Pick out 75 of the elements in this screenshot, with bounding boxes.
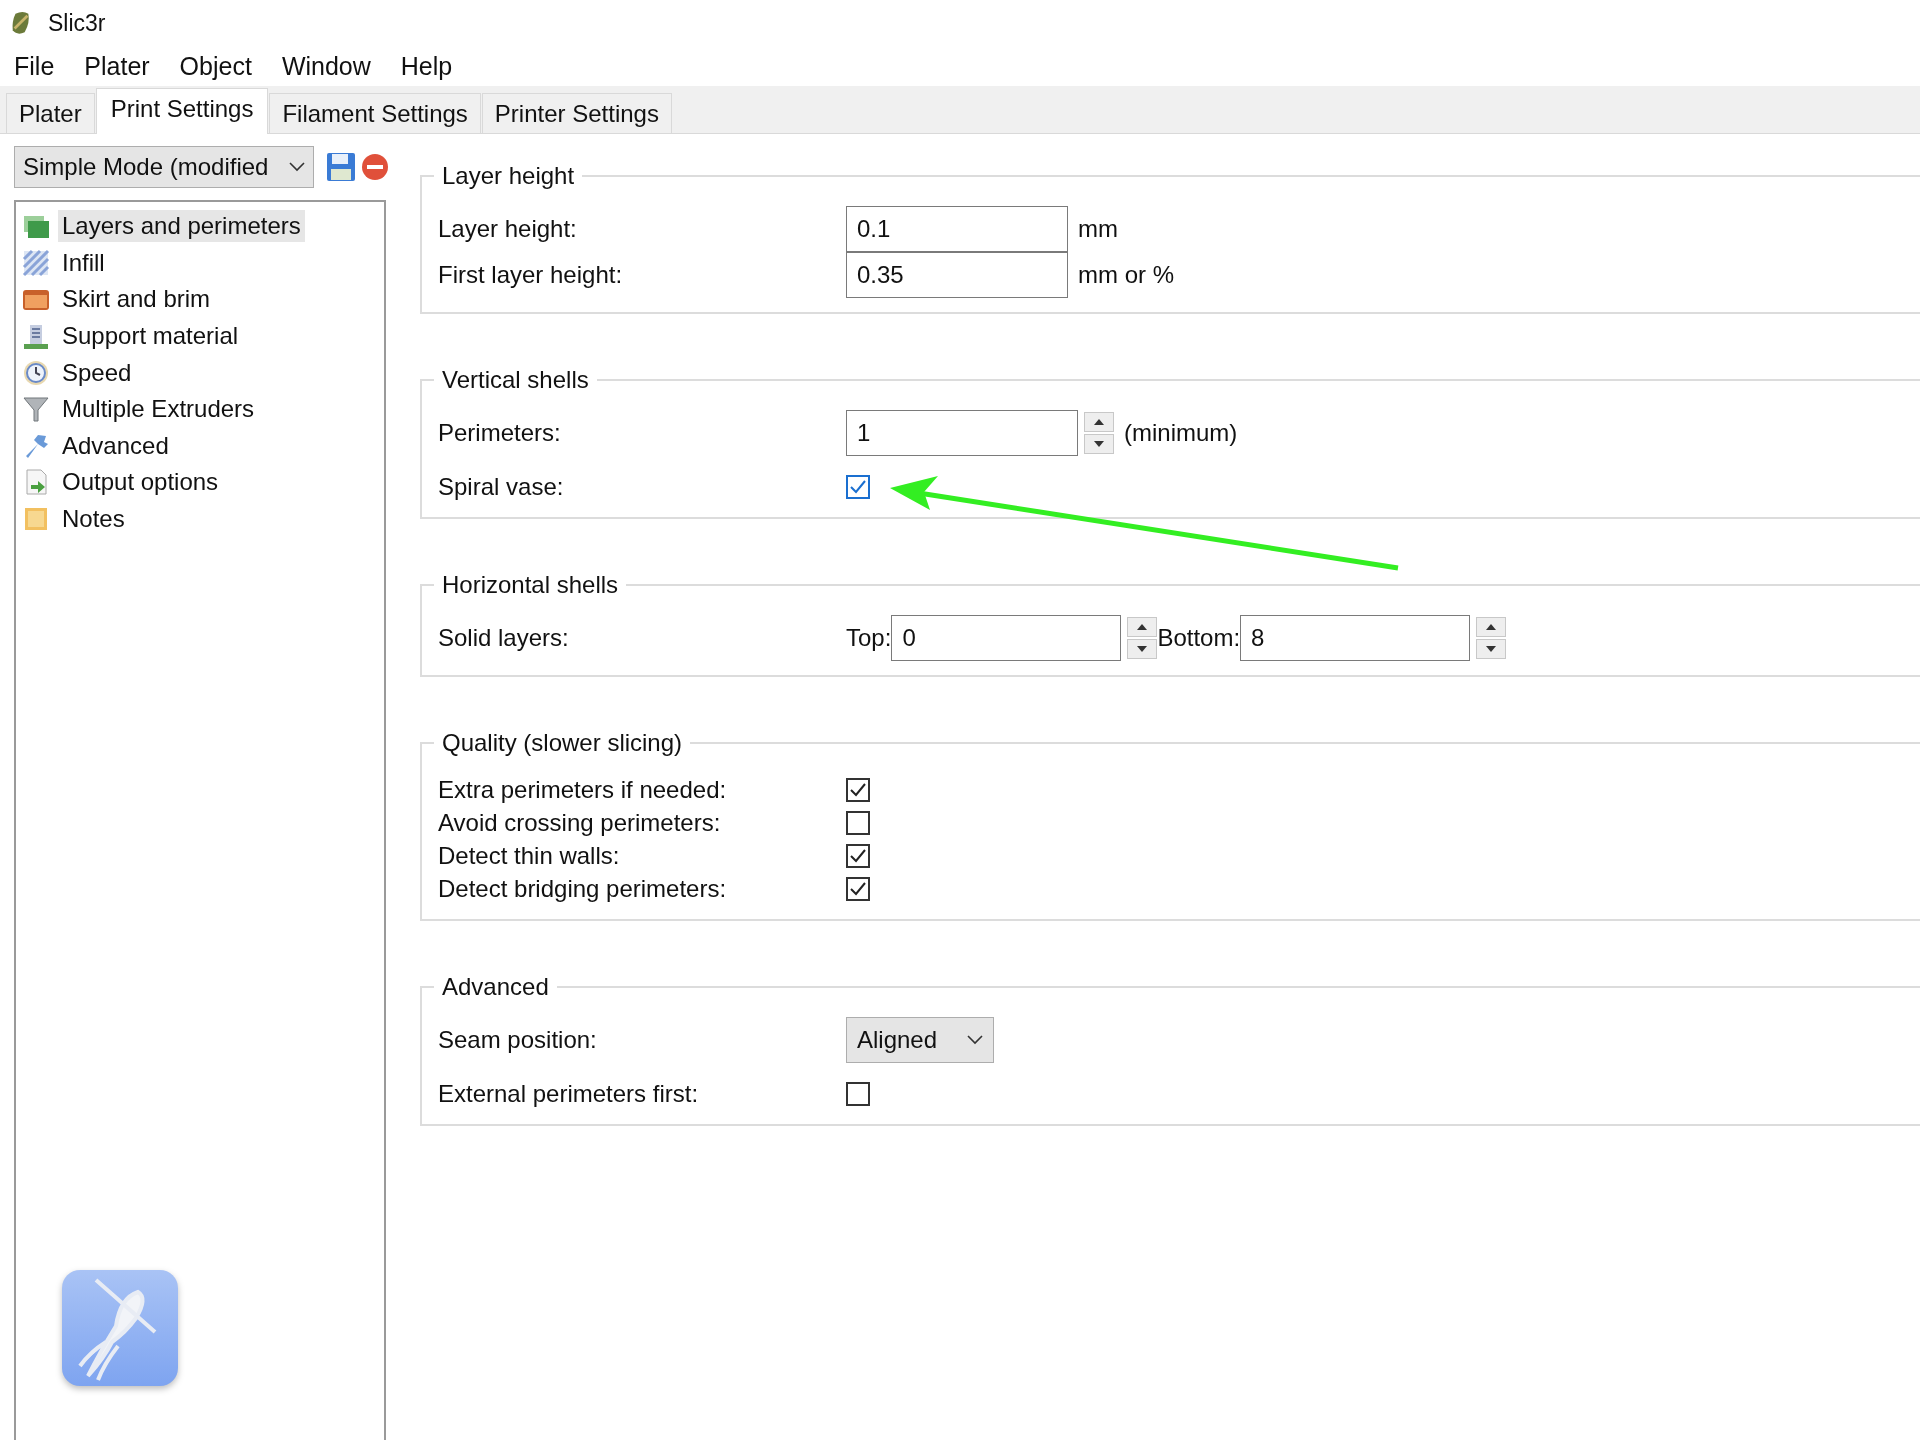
unit-label: (minimum) — [1124, 419, 1238, 447]
checkbox[interactable] — [846, 876, 870, 901]
down-icon — [1486, 646, 1497, 652]
field-label: Avoid crossing perimeters: — [438, 808, 722, 837]
up-icon — [1094, 419, 1104, 425]
field-label: External perimeters first: — [438, 1079, 700, 1108]
field-label: Detect bridging perimeters: — [438, 874, 728, 903]
field-label: Spiral vase: — [438, 472, 565, 501]
group-title: Quality (slower slicing) — [441, 729, 684, 757]
caret-icon — [967, 1035, 983, 1045]
input-field[interactable]: 8 — [1240, 615, 1471, 661]
seam-dropdown[interactable]: Aligned — [846, 1017, 994, 1063]
down-icon — [1094, 441, 1104, 447]
group-title: Horizontal shells — [441, 571, 620, 599]
tab[interactable]: Filament Settings — [269, 93, 481, 133]
field-label: Layer height: — [438, 215, 578, 243]
checkbox[interactable] — [846, 777, 870, 802]
top-label: Top: — [846, 624, 892, 652]
checkbox[interactable] — [846, 1081, 870, 1106]
sidebar-item[interactable]: Multiple Extruders — [58, 393, 259, 426]
field-label: Solid layers: — [438, 624, 570, 652]
menu-item[interactable]: Plater — [84, 51, 150, 81]
spin-up-button[interactable] — [1127, 617, 1158, 637]
sidebar-item[interactable]: Support material — [58, 320, 243, 353]
up-icon — [1486, 624, 1497, 630]
sidebar-item[interactable]: Skirt and brim — [58, 283, 215, 316]
input-field[interactable]: 1 — [846, 410, 1078, 456]
building-icon — [22, 322, 50, 351]
clock-icon — [22, 358, 50, 387]
preset-dropdown[interactable]: Simple Mode (modified — [14, 146, 314, 188]
field-label: Seam position: — [438, 1026, 598, 1054]
checkbox[interactable] — [846, 843, 870, 868]
sidebar-item[interactable]: Notes — [58, 503, 129, 536]
bottom-label: Bottom: — [1157, 624, 1241, 652]
spin-down-button[interactable] — [1127, 639, 1158, 659]
spin-down-button[interactable] — [1476, 639, 1507, 659]
sidebar-item[interactable]: Infill — [58, 246, 109, 279]
rocket-logo-icon — [60, 1268, 180, 1388]
field-label: Extra perimeters if needed: — [438, 775, 728, 804]
app-logo-icon — [10, 9, 32, 37]
input-field[interactable]: 0.35 — [846, 252, 1068, 298]
sidebar-item[interactable]: Layers and perimeters — [58, 210, 305, 243]
field-label: Detect thin walls: — [438, 841, 621, 870]
input-field[interactable]: 0 — [891, 615, 1122, 661]
tab[interactable]: Printer Settings — [481, 93, 672, 133]
group-title: Advanced — [441, 973, 550, 1001]
spin-up-button[interactable] — [1084, 412, 1114, 432]
checkbox[interactable] — [846, 474, 870, 499]
menu-item[interactable]: Window — [281, 51, 371, 81]
sidebar-item[interactable]: Output options — [58, 466, 223, 499]
hatched-square-icon — [22, 248, 50, 277]
field-label: First layer height: — [438, 261, 624, 289]
tab[interactable]: Print Settings — [95, 88, 269, 134]
funnel-icon — [22, 395, 50, 424]
menu-item[interactable]: Help — [400, 51, 453, 81]
menu-item[interactable]: Object — [179, 51, 252, 81]
tab[interactable]: Plater — [6, 93, 95, 133]
sidebar-item[interactable]: Speed — [58, 356, 136, 389]
up-icon — [1137, 624, 1148, 630]
unit-label: mm or % — [1078, 261, 1174, 289]
group-title: Vertical shells — [441, 366, 590, 394]
checkbox[interactable] — [846, 810, 870, 835]
group-title: Layer height — [441, 162, 576, 190]
delete-icon[interactable] — [360, 152, 390, 182]
save-icon[interactable] — [326, 152, 356, 182]
spin-up-button[interactable] — [1476, 617, 1507, 637]
down-icon — [1137, 646, 1148, 652]
caret-icon — [289, 162, 305, 172]
window-title: Slic3r — [48, 9, 106, 37]
input-field[interactable]: 0.1 — [846, 206, 1068, 252]
unit-label: mm — [1078, 215, 1118, 243]
menu-item[interactable]: File — [14, 51, 55, 81]
sidebar-item[interactable]: Advanced — [58, 429, 173, 462]
field-label: Perimeters: — [438, 419, 562, 447]
spin-down-button[interactable] — [1084, 434, 1114, 454]
